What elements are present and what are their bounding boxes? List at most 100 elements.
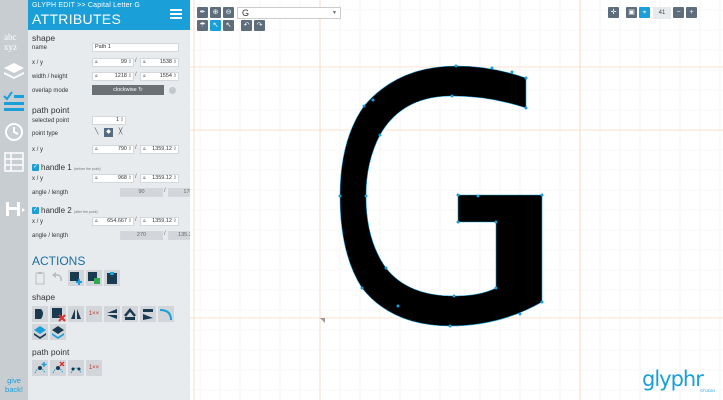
move-up-button[interactable] — [122, 306, 138, 322]
point-type-corner-icon[interactable]: ╲ — [92, 128, 101, 137]
layer-down-button[interactable] — [50, 324, 66, 340]
shape-name-input[interactable]: Path 1 — [92, 43, 179, 52]
save-icon[interactable] — [2, 198, 26, 222]
point-tool-icon[interactable]: ↖ — [223, 20, 234, 31]
shape-width-value: 1218 — [114, 73, 127, 79]
insert-point-button[interactable] — [32, 360, 48, 376]
glyphr-logo-sub: STUDIO — [700, 388, 716, 393]
spinner-icon[interactable]: ⇕ — [128, 146, 132, 153]
lock-icon[interactable]: 🔒︎ — [143, 175, 146, 182]
guides-icon[interactable] — [2, 150, 26, 174]
give-back-link[interactable]: give back! — [0, 376, 28, 394]
redo-button-icon[interactable]: ↷ — [254, 20, 265, 31]
fit-to-screen-icon[interactable]: ▣ — [626, 7, 637, 18]
hamburger-menu-icon[interactable] — [170, 9, 182, 19]
attributes-panel: GLYPH EDIT >> Capital Letter G ATTRIBUTE… — [28, 0, 190, 400]
zoom-in-icon[interactable]: ⊕ — [210, 7, 221, 18]
guide-lines — [190, 0, 723, 400]
flip-vertical-button[interactable] — [104, 306, 120, 322]
undo-button-icon[interactable]: ↶ — [241, 20, 252, 31]
undo-icon — [50, 270, 66, 286]
handle1-note: (before the point) — [73, 167, 101, 171]
add-component-button[interactable] — [86, 270, 102, 286]
breadcrumb[interactable]: GLYPH EDIT >> Capital Letter G — [32, 2, 140, 9]
move-down-button[interactable] — [140, 306, 156, 322]
zoom-actual-icon[interactable]: ⌖ — [639, 7, 650, 18]
overlap-label: overlap mode — [32, 88, 69, 94]
point-x-input[interactable]: 🔒︎ 790 ⇕ — [92, 145, 134, 154]
spinner-icon[interactable]: ⇕ — [173, 218, 177, 225]
zoom-plus-icon[interactable]: + — [686, 7, 697, 18]
zoom-level-field[interactable]: 41 — [653, 7, 671, 19]
glyph-select[interactable]: G ▼ — [237, 7, 341, 19]
round-corner-button[interactable] — [158, 306, 174, 322]
lock-icon[interactable]: 🔒︎ — [143, 73, 146, 80]
lock-icon[interactable]: 🔒︎ — [143, 59, 146, 66]
glyph-shape[interactable] — [339, 65, 543, 327]
point-x-value: 790 — [117, 146, 127, 152]
point-y-input[interactable]: 🔒︎ 1359.12 ⇕ — [140, 145, 179, 154]
spinner-icon[interactable]: ⇕ — [128, 218, 132, 225]
attributes-icon[interactable] — [2, 90, 26, 114]
lock-icon[interactable]: 🔒︎ — [95, 73, 98, 80]
reset-size-button[interactable]: 1×× — [86, 306, 102, 322]
delete-shape-button[interactable] — [50, 306, 66, 322]
pen-tool-icon[interactable]: ✒ — [197, 7, 208, 18]
shape-width-input[interactable]: 🔒︎ 1218 ⇕ — [92, 72, 134, 81]
point-y-value: 1359.12 — [152, 146, 172, 152]
handle1-title: handle 1 (before the point) — [41, 163, 101, 172]
handle2-y-input[interactable]: 🔒︎ 1359.12 ⇕ — [140, 217, 179, 226]
spinner-icon[interactable]: ⇕ — [173, 59, 177, 66]
handle2-angle-field: 270 — [120, 231, 163, 240]
layer-up-button[interactable] — [32, 324, 48, 340]
flip-horizontal-button[interactable] — [68, 306, 84, 322]
delete-point-button[interactable] — [50, 360, 66, 376]
spinner-icon[interactable]: ⇕ — [128, 59, 132, 66]
add-shape-button[interactable] — [68, 270, 84, 286]
lock-icon[interactable]: 🔒︎ — [143, 146, 146, 153]
spinner-icon[interactable]: ⇕ — [120, 117, 124, 124]
spinner-icon[interactable]: ⇕ — [173, 73, 177, 80]
copy-shape-button[interactable] — [32, 306, 48, 322]
handle2-checkbox[interactable]: ✓ — [32, 207, 39, 214]
lock-icon[interactable]: 🔒︎ — [143, 218, 146, 225]
shape-height-input[interactable]: 🔒︎ 1554 ⇕ — [140, 72, 179, 81]
history-icon[interactable] — [2, 120, 26, 144]
handle1-x-input[interactable]: 🔒︎ 968 ⇕ — [92, 174, 134, 183]
handle1-y-input[interactable]: 🔒︎ 1359.12 ⇕ — [140, 174, 179, 183]
point-type-symmetric-icon[interactable]: ╳ — [116, 128, 125, 137]
handle1-checkbox[interactable]: ✓ — [32, 164, 39, 171]
shape-y-input[interactable]: 🔒︎ 1538 ⇕ — [140, 58, 179, 67]
glyph-select-value: G — [242, 8, 250, 18]
edit-canvas[interactable] — [190, 0, 723, 400]
zoom-out-icon[interactable]: ⊖ — [223, 7, 234, 18]
spinner-icon[interactable]: ⇕ — [173, 146, 177, 153]
info-icon[interactable] — [169, 87, 176, 94]
lock-icon[interactable]: 🔒︎ — [95, 175, 98, 182]
reset-handles-button[interactable] — [68, 360, 84, 376]
shape-y-value: 1538 — [159, 59, 172, 65]
spinner-icon[interactable]: ⇕ — [128, 73, 132, 80]
spinner-icon[interactable]: ⇕ — [128, 175, 132, 182]
point-type-flat-icon[interactable]: ◆ — [104, 128, 113, 137]
slice-tool-icon[interactable]: ☂ — [197, 20, 208, 31]
reset-point-button[interactable]: 1×× — [86, 360, 102, 376]
lock-icon[interactable]: 🔒︎ — [95, 59, 98, 66]
lock-icon[interactable]: 🔒︎ — [95, 218, 98, 225]
arrow-tool-icon[interactable]: ↖ — [210, 20, 221, 31]
shape-xy-label: x / y — [32, 60, 44, 66]
spinner-icon[interactable]: ⇕ — [173, 175, 177, 182]
zoom-minus-icon[interactable]: − — [673, 7, 684, 18]
handle1-y-value: 1359.12 — [152, 175, 172, 181]
paste-button[interactable] — [104, 270, 120, 286]
shape-x-input[interactable]: 🔒︎ 99 ⇕ — [92, 58, 134, 67]
pan-tool-icon[interactable]: ✛ — [608, 7, 619, 18]
selected-point-value: 1 — [115, 117, 119, 123]
handle2-y-value: 1359.12 — [152, 218, 172, 224]
handle2-x-input[interactable]: 🔒︎ 654.667 ⇕ — [92, 217, 134, 226]
glyphs-nav-icon[interactable]: abc xyz — [2, 30, 26, 54]
layers-icon[interactable] — [2, 60, 26, 84]
overlap-mode-button[interactable]: clockwise ↻ — [92, 85, 164, 95]
lock-icon[interactable]: 🔒︎ — [95, 146, 98, 153]
selected-point-input[interactable]: 1 ⇕ — [92, 116, 126, 125]
